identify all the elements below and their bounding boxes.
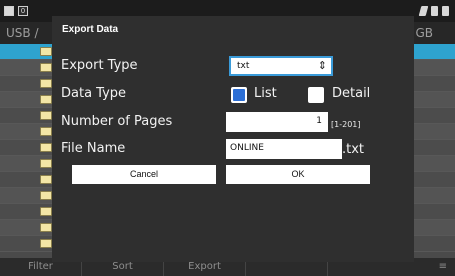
list-option-label: List — [254, 86, 277, 101]
file-name-label: File Name — [61, 141, 126, 156]
detail-checkbox[interactable] — [308, 87, 324, 103]
dialog-title: Export Data — [62, 24, 119, 35]
plug-icon — [442, 6, 449, 16]
export-type-label: Export Type — [61, 58, 138, 73]
folder-icon — [40, 95, 52, 104]
export-type-value: txt — [237, 61, 250, 71]
ok-button[interactable]: OK — [226, 165, 370, 184]
data-type-label: Data Type — [61, 86, 127, 101]
file-extension-label: .txt — [342, 142, 365, 157]
export-type-select[interactable]: txt ⇕ — [229, 56, 333, 76]
folder-icon — [40, 223, 52, 232]
detail-option-label: Detail — [332, 86, 371, 101]
pages-input[interactable]: 1 — [226, 112, 328, 132]
export-data-dialog: Export Data Export Type txt ⇕ Data Type … — [52, 16, 414, 262]
pages-range-label: [1-201] — [331, 120, 361, 129]
hamburger-icon: ≡ — [438, 261, 447, 272]
list-checkbox[interactable] — [231, 87, 247, 103]
folder-icon — [40, 207, 52, 216]
folder-icon — [40, 47, 52, 56]
battery-icon — [431, 6, 438, 16]
screen: 0 USB / GB Filter Sort Export ≡ Export D — [0, 0, 455, 276]
folder-icon — [40, 239, 52, 248]
file-name-input[interactable]: ONLINE — [226, 139, 342, 159]
status-icons — [418, 5, 449, 17]
number-of-pages-label: Number of Pages — [61, 114, 173, 129]
menu-icon[interactable] — [4, 6, 14, 16]
updown-chevron-icon: ⇕ — [317, 59, 327, 72]
folder-icon — [40, 159, 52, 168]
storage-size-label: GB — [415, 26, 433, 40]
file-name-value: ONLINE — [230, 143, 264, 153]
folder-icon — [40, 127, 52, 136]
folder-icon — [40, 79, 52, 88]
storage-icon[interactable]: 0 — [18, 6, 28, 16]
path-label: USB / — [6, 26, 39, 40]
folder-icon — [40, 191, 52, 200]
folder-icon — [40, 175, 52, 184]
folder-icon — [40, 63, 52, 72]
cancel-button[interactable]: Cancel — [72, 165, 216, 184]
folder-icon — [40, 111, 52, 120]
folder-icon — [40, 143, 52, 152]
signal-icon — [418, 6, 429, 16]
pages-value: 1 — [316, 116, 322, 126]
